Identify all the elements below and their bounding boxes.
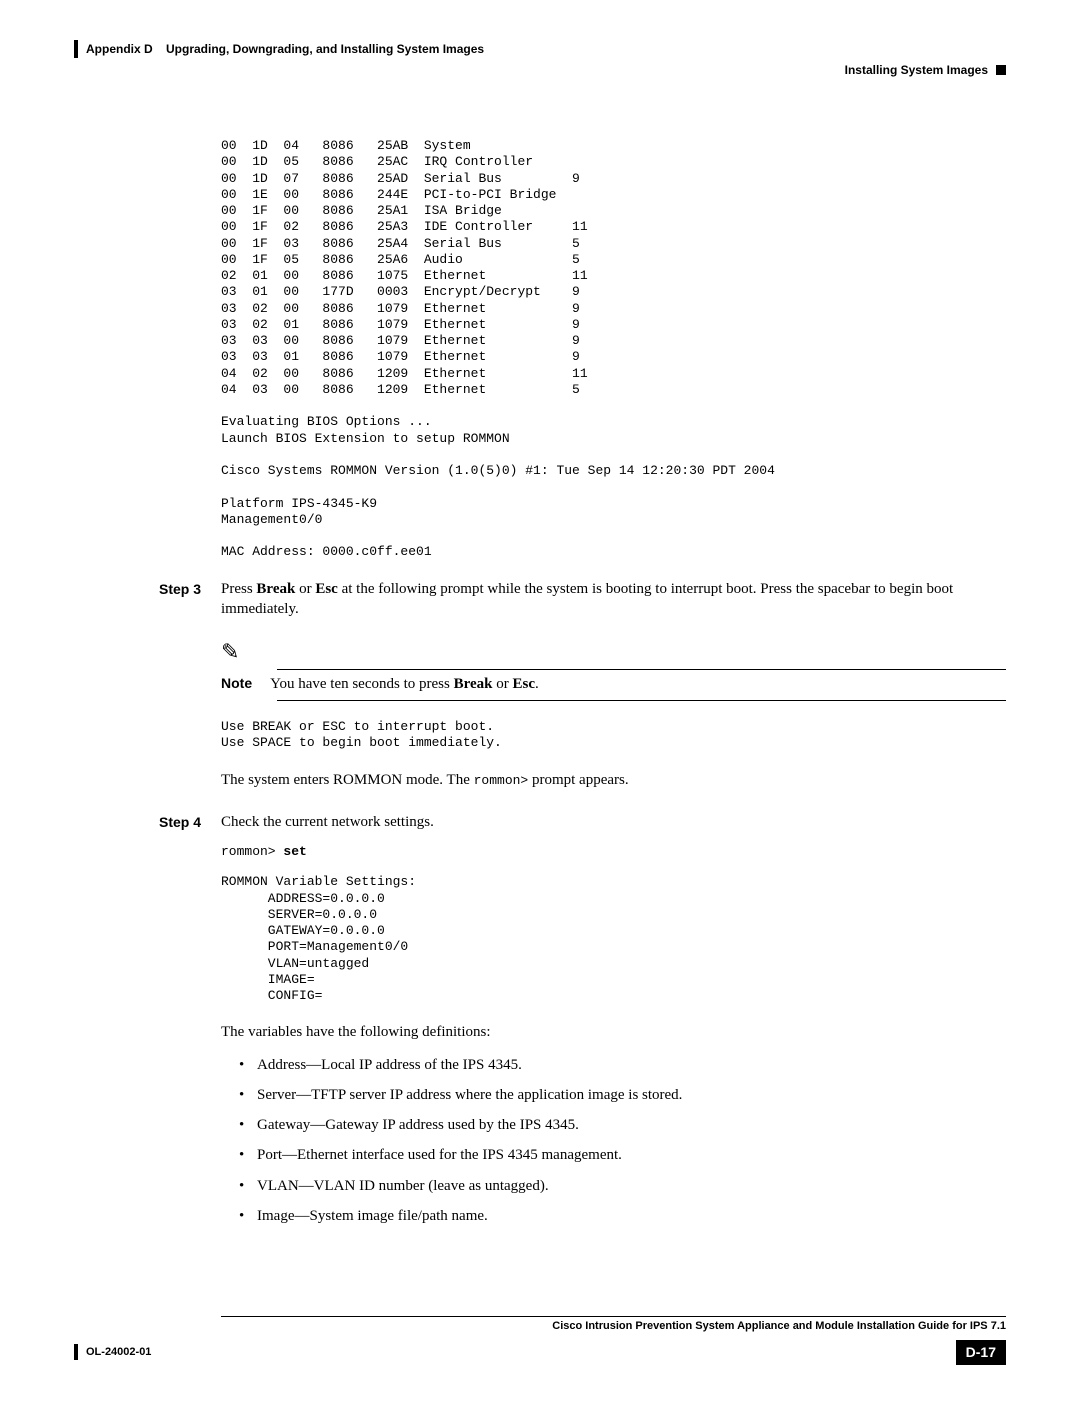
page-footer: Cisco Intrusion Prevention System Applia… [74,1316,1006,1365]
step4-text: Check the current network settings. [221,812,1006,832]
list-item: Image—System image file/path name. [239,1206,1006,1226]
rommon-set-command: rommon> set [221,844,1006,860]
doc-number: OL-24002-01 [74,1344,151,1360]
guide-title: Cisco Intrusion Prevention System Applia… [221,1319,1006,1334]
doc-number-text: OL-24002-01 [86,1345,151,1360]
section-title: Installing System Images [845,62,988,78]
list-item: Address—Local IP address of the IPS 4345… [239,1055,1006,1075]
list-item: Port—Ethernet interface used for the IPS… [239,1145,1006,1165]
footer-title-row: Cisco Intrusion Prevention System Applia… [74,1319,1006,1334]
page-number-badge: D-17 [956,1340,1006,1365]
list-item: Gateway—Gateway IP address used by the I… [239,1115,1006,1135]
vars-intro: The variables have the following definit… [221,1022,1006,1042]
header-square-icon [996,65,1006,75]
appendix-id: Appendix D [86,42,153,56]
rommon-variable-settings: ROMMON Variable Settings: ADDRESS=0.0.0.… [221,874,1006,1004]
header-bar-icon [74,40,78,58]
footer-bar-icon [74,1344,78,1360]
header-left: Appendix D Upgrading, Downgrading, and I… [74,40,484,58]
step-3: Step 3 Press Break or Esc at the followi… [74,579,1006,802]
note-text: You have ten seconds to press Break or E… [270,674,539,694]
footer-bottom-row: OL-24002-01 D-17 [74,1340,1006,1365]
step-label: Step 4 [159,812,221,832]
step-body: Press Break or Esc at the following prom… [221,579,1006,802]
step-label: Step 3 [159,579,221,599]
list-item: VLAN—VLAN ID number (leave as untagged). [239,1176,1006,1196]
list-item: Server—TFTP server IP address where the … [239,1085,1006,1105]
boot-interrupt-text: Use BREAK or ESC to interrupt boot. Use … [221,719,1006,752]
variable-definitions-list: Address—Local IP address of the IPS 4345… [239,1055,1006,1227]
content-area: 00 1D 04 8086 25AB System 00 1D 05 8086 … [221,138,1006,561]
appendix-label: Appendix D Upgrading, Downgrading, and I… [86,41,484,57]
page-header: Appendix D Upgrading, Downgrading, and I… [74,40,1006,58]
note-pencil-icon: ✎ [221,637,1006,667]
note-block: ✎ Note You have ten seconds to press Bre… [221,637,1006,701]
rommon-prompt: rommon> [474,773,529,788]
step3-text: Press Break or Esc at the following prom… [221,579,1006,620]
rommon-mode-text: The system enters ROMMON mode. The rommo… [221,770,1006,790]
step-body: Check the current network settings. romm… [221,812,1006,1236]
chapter-title: Upgrading, Downgrading, and Installing S… [166,42,484,56]
note-label: Note [221,674,252,693]
footer-rule [221,1316,1006,1317]
header-right: Installing System Images [74,62,1006,78]
note-row: Note You have ten seconds to press Break… [277,669,1006,701]
step-4: Step 4 Check the current network setting… [74,812,1006,1236]
pci-device-listing: 00 1D 04 8086 25AB System 00 1D 05 8086 … [221,138,1006,561]
